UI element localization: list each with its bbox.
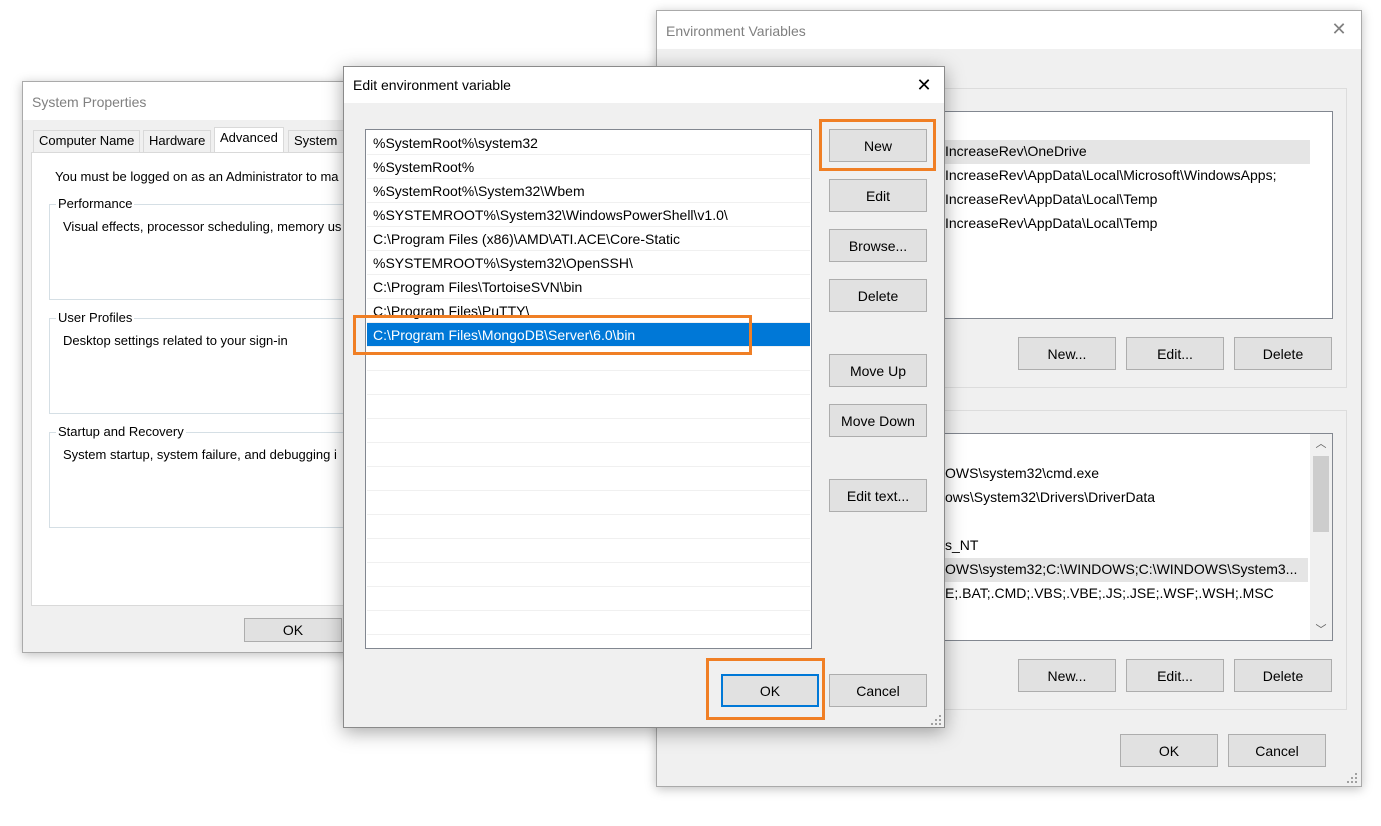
user-var-value-1: IncreaseRev\OneDrive — [945, 143, 1087, 159]
scroll-thumb[interactable] — [1313, 456, 1329, 532]
edit-dialog-close-icon[interactable]: ✕ — [912, 73, 936, 97]
user-edit-button[interactable]: Edit... — [1126, 337, 1224, 370]
system-variables-scrollbar[interactable]: ︿ ﹀ — [1310, 434, 1332, 640]
path-list-item[interactable]: C:\Program Files\TortoiseSVN\bin — [367, 275, 810, 299]
env-close-icon[interactable]: ✕ — [1327, 17, 1351, 41]
new-button[interactable]: New — [829, 129, 927, 162]
startup-recovery-legend: Startup and Recovery — [56, 424, 186, 439]
edit-dialog-title: Edit environment variable — [353, 77, 511, 93]
edit-dialog-titlebar: Edit environment variable ✕ — [344, 67, 944, 103]
performance-group: Performance Visual effects, processor sc… — [49, 196, 344, 300]
path-list-empty-row[interactable] — [367, 515, 810, 539]
startup-recovery-desc: System startup, system failure, and debu… — [63, 447, 337, 462]
edit-button[interactable]: Edit — [829, 179, 927, 212]
cancel-button[interactable]: Cancel — [829, 674, 927, 707]
system-var-value-5: E;.BAT;.CMD;.VBS;.VBE;.JS;.JSE;.WSF;.WSH… — [945, 585, 1274, 601]
path-list-empty-row[interactable] — [367, 395, 810, 419]
edit-text-button[interactable]: Edit text... — [829, 479, 927, 512]
scroll-down-icon[interactable]: ﹀ — [1310, 620, 1332, 640]
user-var-value-4: IncreaseRev\AppData\Local\Temp — [945, 215, 1158, 231]
env-resize-grip-icon[interactable] — [1346, 772, 1358, 784]
system-delete-button[interactable]: Delete — [1234, 659, 1332, 692]
system-edit-button[interactable]: Edit... — [1126, 659, 1224, 692]
system-var-value-4: OWS\system32;C:\WINDOWS;C:\WINDOWS\Syste… — [945, 561, 1298, 577]
system-properties-title: System Properties — [32, 94, 147, 110]
path-list-item[interactable]: %SYSTEMROOT%\System32\OpenSSH\ — [367, 251, 810, 275]
path-list-empty-row[interactable] — [367, 491, 810, 515]
performance-legend: Performance — [56, 196, 135, 211]
system-var-value-3: s_NT — [945, 537, 979, 553]
user-var-value-2: IncreaseRev\AppData\Local\Microsoft\Wind… — [945, 167, 1277, 183]
env-cancel-button[interactable]: Cancel — [1228, 734, 1326, 767]
path-list-empty-row[interactable] — [367, 587, 810, 611]
path-list-empty-row[interactable] — [367, 347, 810, 371]
move-down-button[interactable]: Move Down — [829, 404, 927, 437]
user-delete-button[interactable]: Delete — [1234, 337, 1332, 370]
scroll-up-icon[interactable]: ︿ — [1310, 434, 1332, 454]
tab-advanced[interactable]: Advanced — [214, 127, 284, 153]
path-list-empty-row[interactable] — [367, 539, 810, 563]
path-list-empty-row[interactable] — [367, 419, 810, 443]
move-up-button[interactable]: Move Up — [829, 354, 927, 387]
path-list-empty-row[interactable] — [367, 443, 810, 467]
env-ok-button[interactable]: OK — [1120, 734, 1218, 767]
path-list-item[interactable]: %SystemRoot% — [367, 155, 810, 179]
path-list[interactable]: %SystemRoot%\system32 %SystemRoot% %System… — [365, 129, 812, 649]
browse-button[interactable]: Browse... — [829, 229, 927, 262]
path-list-item[interactable]: C:\Program Files\MongoDB\Server\6.0\bin — [367, 323, 810, 347]
system-properties-ok-button[interactable]: OK — [244, 618, 342, 642]
user-profiles-group: User Profiles Desktop settings related t… — [49, 310, 344, 414]
path-list-empty-row[interactable] — [367, 611, 810, 635]
path-list-item[interactable]: %SYSTEMROOT%\System32\WindowsPowerShell\… — [367, 203, 810, 227]
tab-computer-name[interactable]: Computer Name — [33, 130, 141, 152]
admin-note: You must be logged on as an Administrato… — [55, 169, 339, 184]
system-properties-titlebar: System Properties — [23, 82, 361, 120]
path-list-item[interactable]: C:\Program Files\PuTTY\ — [367, 299, 810, 323]
system-new-button[interactable]: New... — [1018, 659, 1116, 692]
edit-env-var-dialog: Edit environment variable ✕ %SystemRoot%… — [343, 66, 945, 728]
tab-system-protection[interactable]: System P — [288, 130, 344, 152]
environment-variables-title: Environment Variables — [666, 23, 806, 39]
performance-desc: Visual effects, processor scheduling, me… — [63, 219, 342, 234]
user-new-button[interactable]: New... — [1018, 337, 1116, 370]
startup-recovery-group: Startup and Recovery System startup, sys… — [49, 424, 344, 528]
path-list-item[interactable]: %SystemRoot%\System32\Wbem — [367, 179, 810, 203]
environment-variables-titlebar: Environment Variables ✕ — [657, 11, 1361, 49]
ok-button[interactable]: OK — [721, 674, 819, 707]
system-var-value-2: ows\System32\Drivers\DriverData — [945, 489, 1156, 505]
path-list-empty-row[interactable] — [367, 371, 810, 395]
system-var-value-1: OWS\system32\cmd.exe — [945, 465, 1100, 481]
path-list-item[interactable]: C:\Program Files (x86)\AMD\ATI.ACE\Core-… — [367, 227, 810, 251]
path-list-item[interactable]: %SystemRoot%\system32 — [367, 131, 810, 155]
edit-dialog-resize-grip-icon[interactable] — [930, 714, 942, 726]
tab-hardware[interactable]: Hardware — [143, 130, 212, 152]
user-profiles-desc: Desktop settings related to your sign-in — [63, 333, 288, 348]
user-var-value-3: IncreaseRev\AppData\Local\Temp — [945, 191, 1158, 207]
path-list-empty-row[interactable] — [367, 467, 810, 491]
user-profiles-legend: User Profiles — [56, 310, 135, 325]
path-list-empty-row[interactable] — [367, 563, 810, 587]
delete-button[interactable]: Delete — [829, 279, 927, 312]
